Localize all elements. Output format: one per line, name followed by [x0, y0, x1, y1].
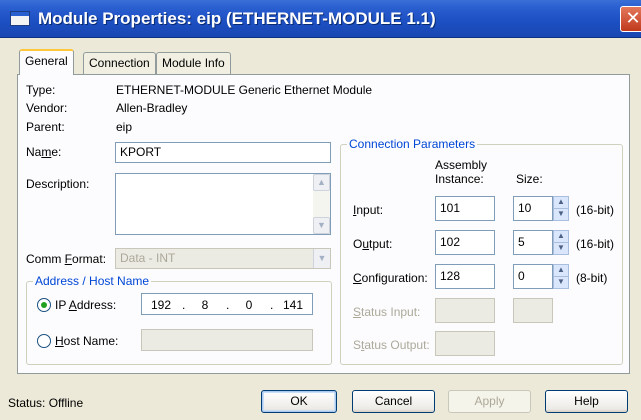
vendor-value: Allen-Bradley: [116, 101, 188, 115]
status-input-label: Status Input:: [353, 305, 421, 319]
tab-module-info[interactable]: Module Info: [156, 52, 231, 74]
ip-dot: .: [226, 298, 230, 312]
configuration-label: Configuration:: [353, 271, 428, 285]
output-size-field[interactable]: 5: [513, 230, 553, 255]
window-title: Module Properties: eip (ETHERNET-MODULE …: [38, 9, 436, 28]
scroll-up-icon[interactable]: ▲: [313, 174, 330, 191]
type-value: ETHERNET-MODULE Generic Ethernet Module: [116, 83, 373, 97]
parent-label: Parent:: [26, 120, 65, 134]
cancel-button[interactable]: Cancel: [352, 390, 435, 413]
close-button[interactable]: ✕: [620, 6, 641, 32]
ip-dot: .: [270, 298, 274, 312]
ip-address-input[interactable]: 192 . 8 . 0 . 141: [141, 293, 313, 315]
status-text: Status: Offline: [8, 396, 84, 410]
comm-format-select[interactable]: Data - INT ▼: [115, 248, 331, 269]
ip-dot: .: [182, 298, 186, 312]
name-label: Name:: [26, 145, 62, 159]
input-size-spinner[interactable]: ▲ ▼: [553, 196, 569, 221]
description-label: Description:: [26, 177, 90, 191]
spin-down-icon[interactable]: ▼: [554, 243, 568, 255]
spin-down-icon[interactable]: ▼: [554, 209, 568, 221]
apply-button[interactable]: Apply: [448, 390, 531, 413]
output-unit: (16-bit): [576, 237, 615, 251]
size-header: Size:: [516, 172, 543, 186]
tab-general[interactable]: General: [19, 49, 74, 75]
connection-parameters-group: Connection Parameters Assembly Instance:…: [340, 137, 623, 365]
assembly-instance-header-1: Assembly: [435, 158, 488, 172]
input-instance-field[interactable]: 101: [435, 196, 495, 221]
status-input-size-field[interactable]: [513, 298, 553, 323]
description-scrollbar[interactable]: ▲ ▼: [313, 174, 330, 234]
comm-format-value: Data - INT: [120, 251, 176, 265]
title-bar[interactable]: Module Properties: eip (ETHERNET-MODULE …: [0, 0, 641, 38]
spin-up-icon[interactable]: ▲: [554, 231, 568, 243]
ip-octet-1[interactable]: 192: [146, 298, 176, 312]
host-name-label: Host Name:: [55, 334, 119, 348]
spin-up-icon[interactable]: ▲: [554, 197, 568, 209]
chevron-down-icon[interactable]: ▼: [313, 249, 330, 268]
configuration-instance-field[interactable]: 128: [435, 264, 495, 289]
input-size-field[interactable]: 10: [513, 196, 553, 221]
general-tab-panel: Type: ETHERNET-MODULE Generic Ethernet M…: [17, 74, 630, 374]
configuration-size-spinner[interactable]: ▲ ▼: [553, 264, 569, 289]
vendor-label: Vendor:: [26, 101, 68, 115]
output-size-spinner[interactable]: ▲ ▼: [553, 230, 569, 255]
assembly-instance-header-2: Instance:: [435, 172, 484, 186]
status-output-label: Status Output:: [353, 338, 430, 352]
input-unit: (16-bit): [576, 203, 615, 217]
configuration-size-field[interactable]: 0: [513, 264, 553, 289]
spin-up-icon[interactable]: ▲: [554, 265, 568, 277]
ok-button[interactable]: OK: [261, 390, 337, 413]
scroll-down-icon[interactable]: ▼: [313, 217, 330, 234]
ip-octet-2[interactable]: 8: [190, 298, 220, 312]
spin-down-icon[interactable]: ▼: [554, 277, 568, 289]
ip-octet-4[interactable]: 141: [278, 298, 308, 312]
status-output-instance-field[interactable]: [435, 331, 495, 356]
connection-parameters-title: Connection Parameters: [347, 137, 478, 151]
output-label: Output:: [353, 237, 393, 251]
output-instance-field[interactable]: 102: [435, 230, 495, 255]
ip-address-label: IP Address:: [55, 298, 117, 312]
status-input-instance-field[interactable]: [435, 298, 495, 323]
host-name-radio[interactable]: [37, 334, 51, 348]
configuration-unit: (8-bit): [576, 271, 608, 285]
address-group-title: Address / Host Name: [33, 274, 152, 288]
description-input[interactable]: ▲ ▼: [115, 173, 331, 235]
ip-address-radio[interactable]: [37, 298, 51, 312]
name-input[interactable]: KPORT: [115, 142, 331, 163]
address-group: Address / Host Name IP Address: 192 . 8 …: [26, 274, 332, 365]
help-button[interactable]: Help: [545, 390, 628, 413]
window-icon: [10, 11, 30, 26]
input-label: Input:: [353, 203, 384, 217]
type-label: Type:: [26, 83, 56, 97]
ip-octet-3[interactable]: 0: [234, 298, 264, 312]
tab-connection[interactable]: Connection: [83, 52, 156, 74]
comm-format-label: Comm Format:: [26, 252, 107, 266]
host-name-input[interactable]: [141, 329, 313, 351]
parent-value: eip: [116, 120, 133, 134]
